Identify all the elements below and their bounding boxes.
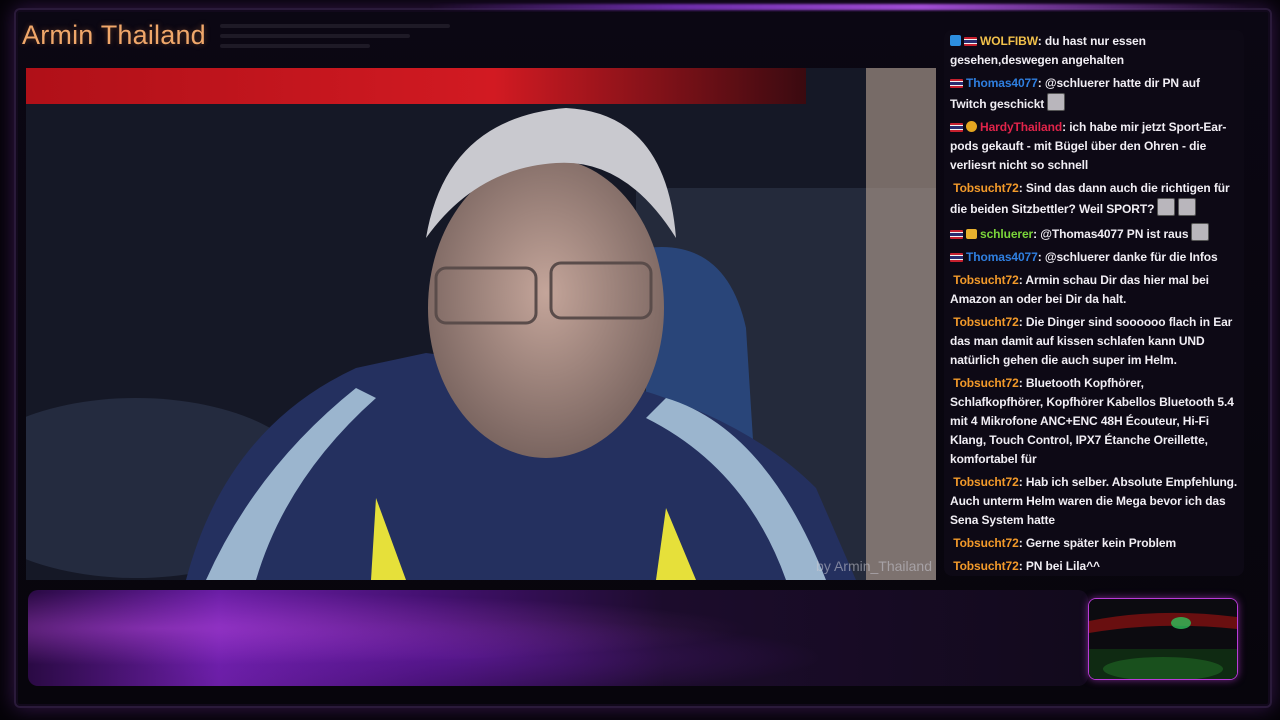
chat-message: schluerer: @Thomas4077 PN ist raus bbox=[950, 223, 1238, 244]
chat-text: : @Thomas4077 PN ist raus bbox=[1033, 227, 1189, 241]
chat-username[interactable]: Thomas4077 bbox=[966, 76, 1038, 90]
chat-message: Tobsucht72: Die Dinger sind soooooo flac… bbox=[950, 313, 1238, 370]
emote-icon bbox=[1178, 198, 1197, 216]
chat-message: Thomas4077: @schluerer hatte dir PN auf … bbox=[950, 74, 1238, 114]
background-red-panel bbox=[26, 68, 806, 104]
secondary-camera-scene bbox=[1089, 599, 1237, 679]
emote-icon bbox=[1157, 198, 1176, 216]
chat-message: Tobsucht72: Bluetooth Kopfhörer, Schlafk… bbox=[950, 374, 1238, 469]
chat-username[interactable]: Tobsucht72 bbox=[953, 536, 1019, 550]
top-glow-line bbox=[430, 4, 1250, 10]
chat-message: HardyThailand: ich habe mir jetzt Sport-… bbox=[950, 118, 1238, 175]
chat-username[interactable]: Thomas4077 bbox=[966, 250, 1038, 264]
secondary-camera-box[interactable] bbox=[1088, 598, 1238, 680]
prime-icon bbox=[950, 35, 961, 46]
video-watermark: by Armin_Thailand bbox=[816, 558, 932, 574]
crown-icon bbox=[966, 229, 977, 239]
emote-icon bbox=[1191, 223, 1210, 241]
deco-line bbox=[220, 24, 450, 28]
deco-line bbox=[220, 34, 410, 38]
chat-message: Tobsucht72: PN bei Lila^^ bbox=[950, 557, 1238, 576]
sub-icon bbox=[966, 121, 977, 132]
deco-line bbox=[220, 44, 370, 48]
channel-title: Armin Thailand bbox=[22, 20, 206, 50]
person-face bbox=[428, 158, 664, 458]
chat-message: Tobsucht72: Hab ich selber. Absolute Emp… bbox=[950, 473, 1238, 530]
thai-flag-icon bbox=[950, 230, 963, 239]
chat-text: : Gerne später kein Problem bbox=[1018, 536, 1177, 550]
chat-message: Tobsucht72: Armin schau Dir das hier mal… bbox=[950, 271, 1238, 309]
thai-flag-icon bbox=[950, 79, 963, 88]
chat-text: : @schluerer danke für die Infos bbox=[1037, 250, 1218, 264]
chat-text: : PN bei Lila^^ bbox=[1018, 559, 1100, 573]
webcam-scene bbox=[26, 68, 936, 580]
chat-username[interactable]: Tobsucht72 bbox=[953, 376, 1019, 390]
chat-username[interactable]: Tobsucht72 bbox=[953, 475, 1019, 489]
chat-username[interactable]: Tobsucht72 bbox=[953, 315, 1019, 329]
chat-username[interactable]: schluerer bbox=[980, 227, 1033, 241]
bottom-banner bbox=[28, 590, 1088, 686]
chat-message: Thomas4077: @schluerer danke für die Inf… bbox=[950, 248, 1238, 267]
chat-username[interactable]: HardyThailand bbox=[980, 120, 1062, 134]
thai-flag-icon bbox=[950, 253, 963, 262]
thai-flag-icon bbox=[950, 123, 963, 132]
chat-username[interactable]: Tobsucht72 bbox=[953, 273, 1019, 287]
chat-message: WOLFIBW: du hast nur essen gesehen,deswe… bbox=[950, 32, 1238, 70]
chat-message: Tobsucht72: Sind das dann auch die richt… bbox=[950, 179, 1238, 219]
webcam-video[interactable]: by Armin_Thailand bbox=[26, 68, 936, 580]
thai-flag-icon bbox=[964, 37, 977, 46]
chat-username[interactable]: Tobsucht72 bbox=[953, 559, 1019, 573]
chat-message: Tobsucht72: Gerne später kein Problem bbox=[950, 534, 1238, 553]
chat-username[interactable]: WOLFIBW bbox=[980, 34, 1038, 48]
chat-username[interactable]: Tobsucht72 bbox=[953, 181, 1019, 195]
chat-panel[interactable]: WOLFIBW: du hast nur essen gesehen,deswe… bbox=[944, 30, 1244, 576]
emote-icon bbox=[1047, 93, 1066, 111]
chat-message-list: WOLFIBW: du hast nur essen gesehen,deswe… bbox=[944, 30, 1244, 576]
